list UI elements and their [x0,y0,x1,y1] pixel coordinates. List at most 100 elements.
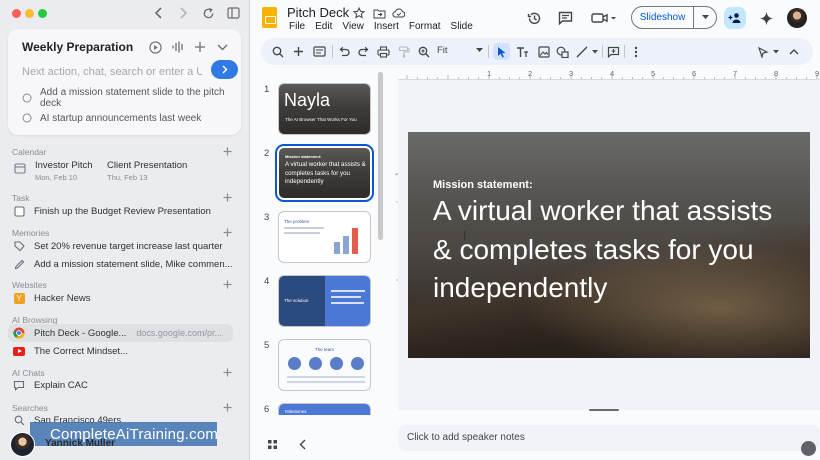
team-avatar [351,357,364,370]
add-website-plus-icon[interactable] [221,278,233,290]
slide-thumbnail[interactable]: The solution [278,275,371,327]
slide-thumbnail[interactable]: Milestones [278,403,371,415]
add-calendar-plus-icon[interactable] [221,145,233,157]
history-icon[interactable] [524,8,544,28]
menu-edit[interactable]: Edit [315,21,332,32]
close-window-button[interactable] [12,9,21,18]
calendar-event[interactable]: Investor Pitch Mon, Feb 10 [35,160,93,182]
add-task-plus-icon[interactable] [221,191,233,203]
avatar[interactable] [10,432,35,457]
checkbox-icon[interactable] [12,204,26,218]
add-chat-plus-icon[interactable] [221,366,233,378]
thumb-bar [352,228,358,254]
star-icon[interactable] [352,6,366,20]
thumb-body: A virtual worker that assists & complete… [285,161,366,185]
document-title[interactable]: Pitch Deck [287,5,349,20]
thumb-title: The problem [284,219,310,224]
back-icon[interactable] [150,4,168,22]
thumb-text-line [284,232,320,234]
memory-item[interactable]: Set 20% revenue target increase last qua… [12,238,223,254]
menu-slide[interactable]: Slide [451,21,473,32]
chat-item[interactable]: Explain CAC [12,377,88,393]
chevron-down-icon[interactable] [214,39,230,55]
collapse-filmstrip-icon[interactable] [296,437,310,451]
current-slide[interactable]: Mission statement: A virtual worker that… [408,132,810,358]
gemini-icon[interactable] [757,9,775,27]
more-icon[interactable] [628,44,643,59]
browsing-tab[interactable]: The Correct Mindset... [12,343,128,359]
slide-thumbnail[interactable]: The problem [278,211,371,263]
speaker-notes[interactable]: Click to add speaker notes [398,425,820,451]
voice-icon[interactable] [170,39,186,55]
go-button[interactable] [211,60,238,79]
task-item[interactable]: Finish up the Budget Review Presentation [12,203,211,219]
filmstrip-scrollbar[interactable] [378,72,383,240]
slide-kicker-text[interactable]: Mission statement: [433,179,533,191]
explore-button[interactable] [801,441,816,456]
new-slide-plus-icon[interactable] [291,44,306,59]
add-search-plus-icon[interactable] [221,401,233,413]
memory-item[interactable]: Add a mission statement slide, Mike comm… [12,256,233,272]
suggestion-item[interactable]: AI startup announcements last week [22,111,201,125]
slideshow-button[interactable]: Slideshow [631,6,717,29]
search-icon[interactable] [270,44,285,59]
shape-icon[interactable] [555,44,570,59]
layout-icon[interactable] [312,44,327,59]
video-meeting-icon[interactable] [589,8,619,28]
slideshow-label[interactable]: Slideshow [632,7,694,28]
add-comment-icon[interactable] [606,44,621,59]
comment-icon[interactable] [555,8,575,28]
textbox-icon[interactable] [515,44,530,59]
ruler-label: 6 [692,69,696,78]
sidebar-toggle-icon[interactable] [224,4,242,22]
pen-mode-icon[interactable] [757,44,783,59]
thumb-text-line [331,302,364,304]
menu-file[interactable]: File [289,21,305,32]
slide-thumbnail[interactable]: Nayla The AI Browser That Works For You [278,83,371,135]
reload-icon[interactable] [199,4,217,22]
slide-thumbnail-selected[interactable]: Mission statement: A virtual worker that… [275,144,374,202]
event-title: Investor Pitch [35,160,93,171]
menu-view[interactable]: View [342,21,364,32]
cursor-icon[interactable] [493,43,510,60]
browsing-tab-pitch-deck[interactable]: Pitch Deck - Google... docs.google.com/p… [8,324,233,342]
zoom-window-button[interactable] [38,9,47,18]
redo-icon[interactable] [356,44,371,59]
slides-logo-icon[interactable] [262,7,277,28]
notes-resize-handle[interactable] [589,409,619,411]
image-icon[interactable] [536,44,551,59]
suggestion-item[interactable]: Add a mission statement slide to the pit… [22,87,241,109]
speaker-notes-placeholder: Click to add speaker notes [407,432,525,443]
plus-icon[interactable] [192,39,208,55]
menu-format[interactable]: Format [409,21,441,32]
thumb-text-line [331,296,361,298]
move-folder-icon[interactable] [372,6,386,20]
url-input[interactable] [22,64,202,80]
zoom-value: Fit [437,45,448,56]
slide-body-text[interactable]: A virtual worker that assists & complete… [433,192,793,308]
line-icon[interactable] [575,44,601,59]
share-button[interactable] [724,7,746,29]
website-item[interactable]: Y Hacker News [12,290,91,306]
paint-format-icon[interactable] [396,44,411,59]
zoom-select[interactable]: Fit [437,45,483,56]
menu-insert[interactable]: Insert [374,21,399,32]
calendar-event[interactable]: Client Presentation Thu, Feb 13 [107,160,187,182]
forward-icon[interactable] [174,4,192,22]
collapse-toolbar-icon[interactable] [786,44,801,59]
undo-icon[interactable] [336,44,351,59]
cloud-status-icon[interactable] [392,6,406,20]
search-history-icon [12,413,26,427]
print-icon[interactable] [376,44,391,59]
slideshow-dropdown-icon[interactable] [694,15,716,20]
account-avatar[interactable] [787,8,807,28]
play-icon[interactable] [147,39,163,55]
toolbar-separator [332,45,333,58]
add-memory-plus-icon[interactable] [221,226,233,238]
slide-thumbnail[interactable]: The team [278,339,371,391]
horizontal-ruler: 1 2 3 4 5 6 7 8 9 [398,69,820,80]
grid-view-icon[interactable] [265,437,279,451]
minimize-window-button[interactable] [25,9,34,18]
zoom-icon[interactable] [416,44,431,59]
slide-canvas[interactable]: Mission statement: A virtual worker that… [398,80,820,411]
